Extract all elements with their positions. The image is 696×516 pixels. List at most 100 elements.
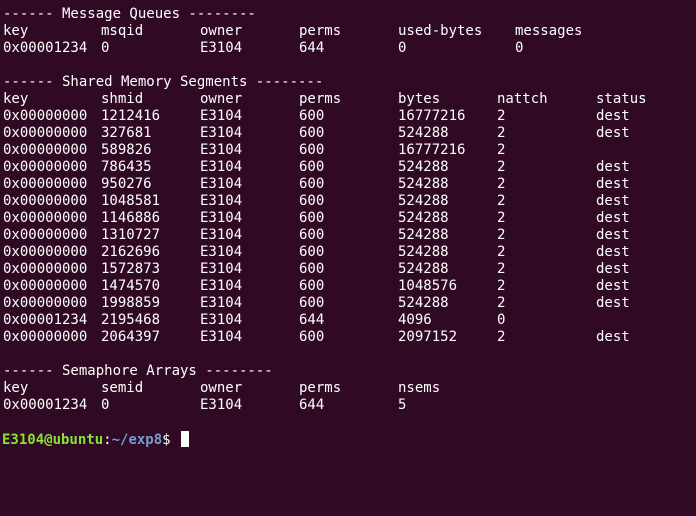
column-header: messages: [515, 23, 583, 39]
cell: 0x00001234: [3, 312, 88, 328]
cell: E3104: [200, 278, 243, 294]
column-header: perms: [299, 380, 342, 396]
cell: 0x00000000: [3, 108, 88, 124]
cell: 2: [497, 193, 506, 209]
column-header: key: [3, 23, 29, 39]
shared-memory-header-row: key shmid owner perms bytes nattch statu…: [0, 91, 696, 108]
cell: 0x00000000: [3, 278, 88, 294]
cell: E3104: [200, 108, 243, 124]
message-queues-title: ------ Message Queues --------: [0, 6, 696, 23]
cell: 2064397: [101, 329, 161, 345]
cell: E3104: [200, 142, 243, 158]
section-title: ------ Message Queues --------: [3, 6, 256, 22]
cell: 2: [497, 227, 506, 243]
cell: 2: [497, 329, 506, 345]
column-header: bytes: [398, 91, 441, 107]
cell: 524288: [398, 210, 449, 226]
cell: 524288: [398, 244, 449, 260]
column-header: owner: [200, 380, 243, 396]
shared-memory-row: 0x00000000 327681 E3104 600 524288 2 des…: [0, 125, 696, 142]
column-header: perms: [299, 91, 342, 107]
shell-prompt[interactable]: E3104@ubuntu:~/exp8$: [0, 431, 696, 448]
cell: 0x00000000: [3, 295, 88, 311]
cell: dest: [596, 210, 630, 226]
column-header: key: [3, 91, 29, 107]
terminal-window[interactable]: ------ Message Queues -------- key msqid…: [0, 0, 696, 457]
cell: 0x00000000: [3, 125, 88, 141]
cell: 16777216: [398, 108, 466, 124]
cell: 0x00001234: [3, 397, 88, 413]
column-header: owner: [200, 91, 243, 107]
cell: E3104: [200, 210, 243, 226]
cell: 600: [299, 108, 325, 124]
column-header: msqid: [101, 23, 144, 39]
cell: 524288: [398, 159, 449, 175]
cell: 1572873: [101, 261, 161, 277]
cell: 589826: [101, 142, 152, 158]
text-cursor[interactable]: [181, 431, 190, 447]
cell: 0: [497, 312, 506, 328]
cell: 2: [497, 210, 506, 226]
shared-memory-row: 0x00001234 2195468 E3104 644 4096 0: [0, 312, 696, 329]
cell: 2: [497, 125, 506, 141]
cell: E3104: [200, 312, 243, 328]
shared-memory-row: 0x00000000 1146886 E3104 600 524288 2 de…: [0, 210, 696, 227]
shared-memory-row: 0x00000000 2162696 E3104 600 524288 2 de…: [0, 244, 696, 261]
column-header: nattch: [497, 91, 548, 107]
cell: dest: [596, 108, 630, 124]
cell: 644: [299, 397, 325, 413]
cell: 2: [497, 278, 506, 294]
column-header: owner: [200, 23, 243, 39]
cell: 2: [497, 244, 506, 260]
shared-memory-row: 0x00000000 1310727 E3104 600 524288 2 de…: [0, 227, 696, 244]
cell: 600: [299, 244, 325, 260]
shared-memory-row: 0x00000000 1212416 E3104 600 16777216 2 …: [0, 108, 696, 125]
cell: E3104: [200, 159, 243, 175]
cell: E3104: [200, 40, 243, 56]
shared-memory-row: 0x00000000 1048581 E3104 600 524288 2 de…: [0, 193, 696, 210]
prompt-separator: :: [103, 432, 112, 448]
column-header: key: [3, 380, 29, 396]
cell: dest: [596, 244, 630, 260]
cell: 524288: [398, 193, 449, 209]
cell: 600: [299, 261, 325, 277]
cell: 524288: [398, 261, 449, 277]
cell: 0x00000000: [3, 193, 88, 209]
shared-memory-row: 0x00000000 1572873 E3104 600 524288 2 de…: [0, 261, 696, 278]
cell: 16777216: [398, 142, 466, 158]
cell: 600: [299, 227, 325, 243]
cell: 644: [299, 40, 325, 56]
cell: 1048581: [101, 193, 161, 209]
cell: 600: [299, 176, 325, 192]
cell: 2097152: [398, 329, 458, 345]
cell: 524288: [398, 125, 449, 141]
cell: 2: [497, 159, 506, 175]
cell: 2195468: [101, 312, 161, 328]
cell: E3104: [200, 227, 243, 243]
semaphore-array-row: 0x00001234 0 E3104 644 5: [0, 397, 696, 414]
cell: 0: [398, 40, 407, 56]
cell: 0x00000000: [3, 142, 88, 158]
cell: 600: [299, 193, 325, 209]
section-title: ------ Shared Memory Segments --------: [3, 74, 324, 90]
semaphore-arrays-header-row: key semid owner perms nsems: [0, 380, 696, 397]
cell: dest: [596, 329, 630, 345]
cell: 0x00000000: [3, 261, 88, 277]
cell: 0x00000000: [3, 159, 88, 175]
column-header: perms: [299, 23, 342, 39]
cell: 2: [497, 261, 506, 277]
cell: dest: [596, 278, 630, 294]
shared-memory-title: ------ Shared Memory Segments --------: [0, 74, 696, 91]
cell: 600: [299, 159, 325, 175]
cell: 1212416: [101, 108, 161, 124]
cell: 0: [101, 397, 110, 413]
shared-memory-row: 0x00000000 589826 E3104 600 16777216 2: [0, 142, 696, 159]
shared-memory-row: 0x00000000 1474570 E3104 600 1048576 2 d…: [0, 278, 696, 295]
column-header: nsems: [398, 380, 441, 396]
column-header: used-bytes: [398, 23, 483, 39]
cell: 0: [515, 40, 524, 56]
cell: 786435: [101, 159, 152, 175]
prompt-symbol: $: [162, 432, 180, 448]
